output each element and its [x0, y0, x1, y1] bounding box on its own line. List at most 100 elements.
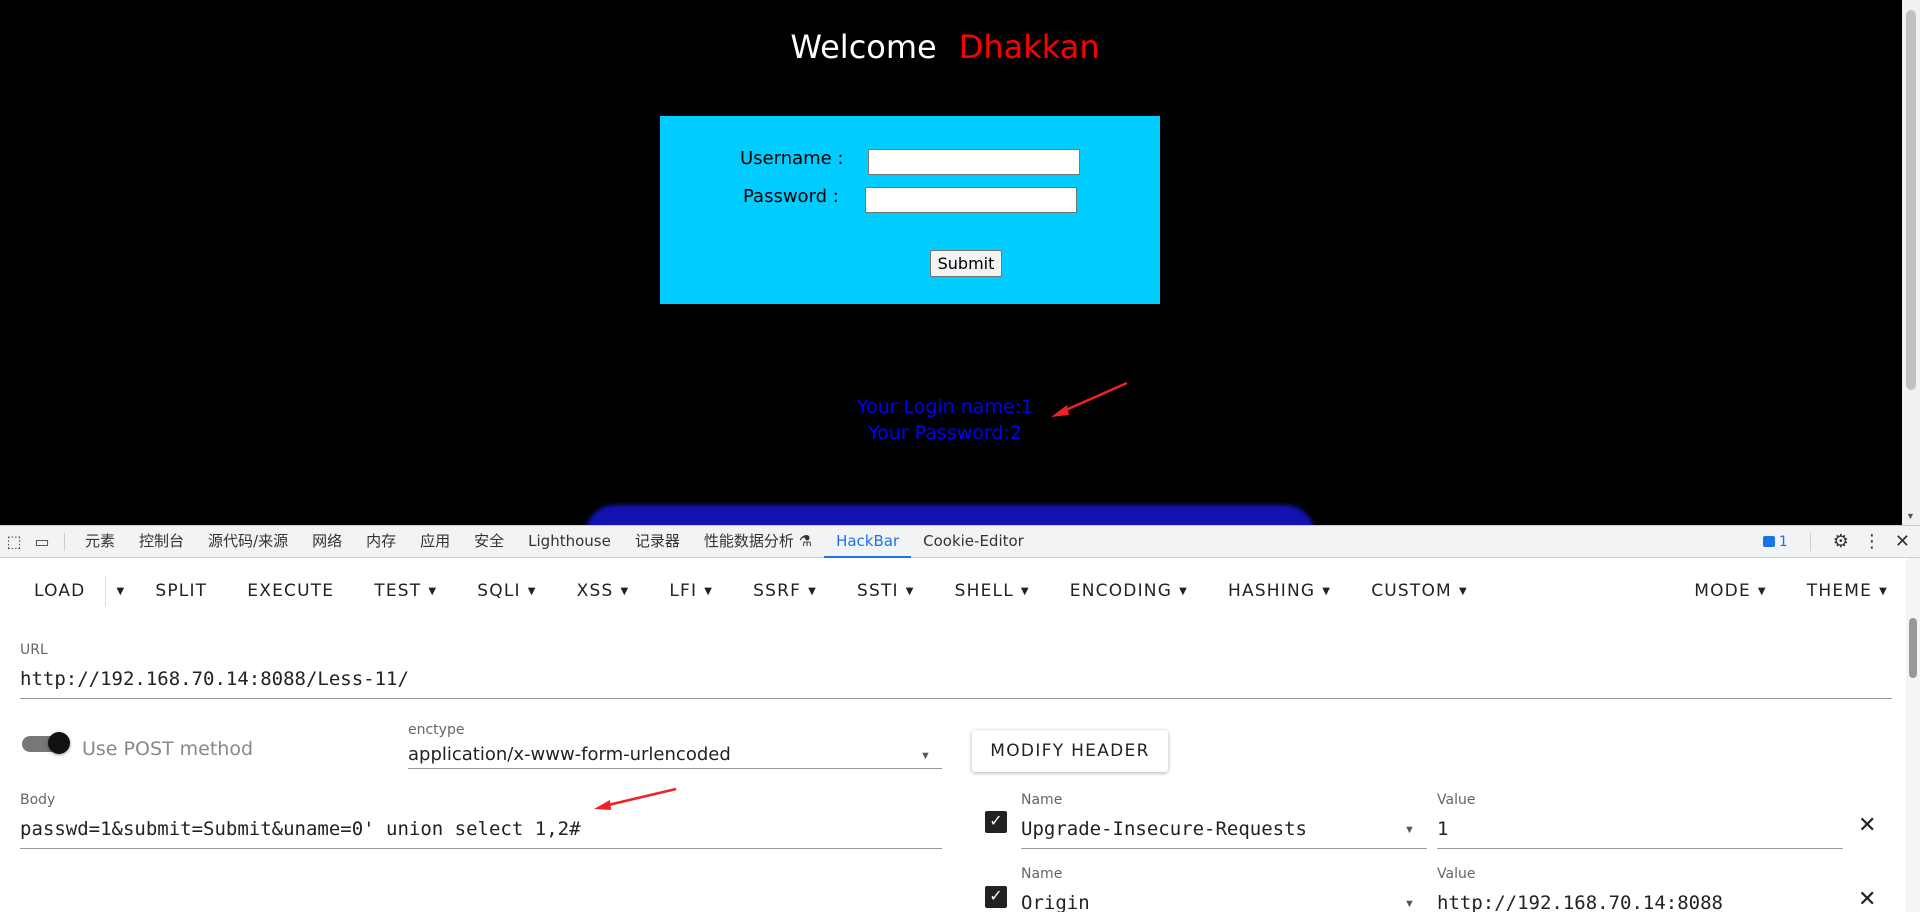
username-input[interactable] — [868, 149, 1080, 175]
scroll-down-icon[interactable]: ▼ — [1906, 511, 1915, 521]
device-toolbar-icon[interactable]: ▭ — [28, 532, 56, 551]
chevron-down-icon: ▼ — [905, 585, 915, 597]
close-devtools-icon[interactable]: ✕ — [1895, 531, 1910, 552]
load-button[interactable]: LOAD — [0, 581, 105, 601]
test-menu-label: TEST — [374, 581, 422, 601]
custom-menu[interactable]: CUSTOM ▼ — [1351, 581, 1488, 601]
tab-cookie-editor[interactable]: Cookie-Editor — [911, 525, 1036, 558]
ssti-menu-label: SSTI — [856, 581, 899, 601]
password-label: Password : — [743, 186, 839, 207]
chevron-down-icon[interactable]: ▼ — [1404, 898, 1415, 910]
login-form: Username : Password : Submit — [660, 116, 1160, 304]
hackbar-scrollbar-thumb[interactable] — [1909, 618, 1917, 678]
mode-menu[interactable]: MODE ▼ — [1674, 581, 1787, 601]
page-viewport: Welcome Dhakkan Username : Password : Sub… — [0, 0, 1920, 525]
tab-lighthouse[interactable]: Lighthouse — [516, 525, 623, 558]
sqli-menu-label: SQLI — [477, 581, 521, 601]
tab-application[interactable]: 应用 — [408, 525, 462, 558]
chevron-down-icon[interactable]: ▼ — [920, 750, 931, 762]
url-label: URL — [20, 642, 48, 658]
header-value-label: Value — [1437, 866, 1476, 882]
lfi-menu[interactable]: LFI ▼ — [649, 581, 733, 601]
header-name-input[interactable]: Upgrade-Insecure-Requests — [1021, 818, 1307, 840]
custom-menu-label: CUSTOM — [1371, 581, 1452, 601]
modify-header-button[interactable]: MODIFY HEADER — [972, 730, 1168, 772]
load-dropdown-icon[interactable]: ▼ — [106, 586, 135, 597]
encoding-menu[interactable]: ENCODING ▼ — [1050, 581, 1208, 601]
annotation-arrow — [1051, 381, 1128, 417]
tab-sources[interactable]: 源代码/来源 — [196, 525, 300, 558]
hackbar-toolbar: LOAD ▼ SPLIT EXECUTE TEST ▼ SQLI ▼ XSS ▼ LF… — [0, 566, 1900, 616]
chevron-down-icon: ▼ — [1879, 585, 1888, 597]
lfi-menu-label: LFI — [669, 581, 698, 601]
gear-icon[interactable]: ⚙ — [1833, 531, 1849, 552]
remove-header-icon[interactable]: ✕ — [1858, 886, 1876, 912]
annotation-arrow — [594, 787, 677, 810]
tab-network[interactable]: 网络 — [300, 525, 354, 558]
remove-header-icon[interactable]: ✕ — [1858, 812, 1876, 838]
enctype-label: enctype — [408, 722, 465, 738]
chevron-down-icon[interactable]: ▼ — [1404, 824, 1415, 836]
hackbar-scrollbar[interactable] — [1906, 558, 1920, 912]
header-enabled-checkbox[interactable]: ✓ — [985, 811, 1007, 833]
welcome-name: Dhakkan — [958, 28, 1100, 66]
chevron-down-icon: ▼ — [1322, 585, 1332, 597]
chevron-down-icon: ▼ — [808, 585, 817, 597]
issues-count: 1 — [1778, 533, 1788, 550]
issues-badge[interactable]: 1 — [1762, 533, 1788, 550]
chevron-down-icon: ▼ — [527, 585, 537, 597]
username-label: Username : — [740, 148, 844, 169]
tab-hackbar[interactable]: HackBar — [824, 525, 912, 558]
theme-menu-label: THEME — [1806, 581, 1873, 601]
more-options-icon[interactable]: ⋮ — [1863, 531, 1881, 552]
ssrf-menu[interactable]: SSRF ▼ — [733, 581, 837, 601]
chevron-down-icon: ▼ — [1020, 585, 1030, 597]
test-menu[interactable]: TEST ▼ — [354, 581, 457, 601]
header-value-input[interactable]: http://192.168.70.14:8088 — [1437, 892, 1723, 912]
sqli-menu[interactable]: SQLI ▼ — [457, 581, 556, 601]
theme-menu[interactable]: THEME ▼ — [1787, 581, 1900, 601]
post-method-toggle[interactable] — [22, 732, 70, 754]
toggle-knob — [48, 732, 70, 754]
tab-elements[interactable]: 元素 — [73, 525, 127, 558]
submit-button[interactable]: Submit — [930, 250, 1002, 277]
shell-menu[interactable]: SHELL ▼ — [935, 581, 1050, 601]
header-value-label: Value — [1437, 792, 1476, 808]
enctype-select[interactable]: application/x-www-form-urlencoded — [408, 744, 731, 765]
body-label: Body — [20, 792, 56, 808]
tab-performance-insights[interactable]: 性能数据分析 ⚗ — [692, 525, 824, 558]
split-button[interactable]: SPLIT — [135, 581, 227, 601]
hashing-menu[interactable]: HASHING ▼ — [1208, 581, 1351, 601]
chevron-down-icon: ▼ — [1757, 585, 1767, 597]
inspect-element-icon[interactable]: ⬚ — [0, 532, 28, 551]
ssti-menu[interactable]: SSTI ▼ — [837, 581, 935, 601]
tab-security[interactable]: 安全 — [462, 525, 516, 558]
page-logo — [585, 505, 1315, 525]
encoding-menu-label: ENCODING — [1069, 581, 1173, 601]
url-input[interactable]: http://192.168.70.14:8088/Less-11/ — [20, 668, 409, 690]
execute-button[interactable]: EXECUTE — [227, 581, 354, 601]
chevron-down-icon: ▼ — [1179, 585, 1188, 597]
header-enabled-checkbox[interactable]: ✓ — [985, 886, 1007, 908]
welcome-heading: Welcome Dhakkan — [0, 28, 1890, 66]
header-value-input[interactable]: 1 — [1437, 818, 1448, 840]
tab-recorder[interactable]: 记录器 — [623, 525, 692, 558]
page-scrollbar-thumb[interactable] — [1906, 10, 1916, 390]
body-input[interactable]: passwd=1&submit=Submit&uname=0' union se… — [20, 818, 581, 840]
chevron-down-icon: ▼ — [620, 585, 630, 597]
post-method-label: Use POST method — [82, 738, 254, 760]
login-name-result: Your Login name:1 — [856, 396, 1034, 418]
xss-menu[interactable]: XSS ▼ — [557, 581, 650, 601]
password-input[interactable] — [865, 187, 1077, 213]
hackbar-panel: LOAD ▼ SPLIT EXECUTE TEST ▼ SQLI ▼ XSS ▼ LF… — [0, 558, 1920, 912]
chevron-down-icon: ▼ — [428, 585, 438, 597]
devtools-tabbar: ⬚ ▭ 元素 控制台 源代码/来源 网络 内存 应用 安全 Lighthouse… — [0, 525, 1920, 558]
tab-console[interactable]: 控制台 — [127, 525, 196, 558]
chevron-down-icon: ▼ — [1458, 585, 1468, 597]
hashing-menu-label: HASHING — [1228, 581, 1316, 601]
issues-icon — [1762, 536, 1775, 547]
header-name-label: Name — [1021, 792, 1063, 808]
tab-memory[interactable]: 内存 — [354, 525, 408, 558]
header-name-input[interactable]: Origin — [1021, 892, 1090, 912]
page-scrollbar[interactable]: ▼ — [1902, 0, 1920, 525]
